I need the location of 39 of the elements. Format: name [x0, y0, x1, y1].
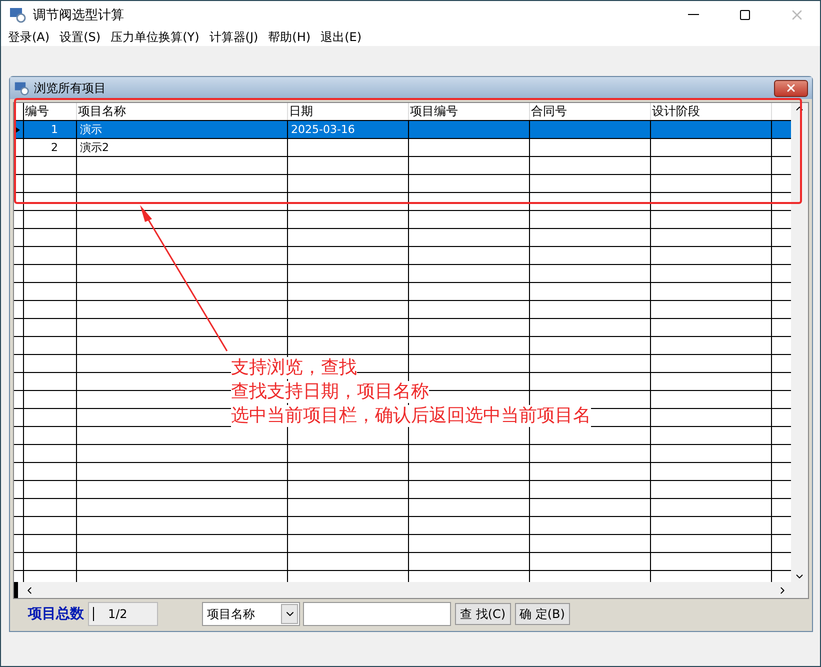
column-header[interactable]: 编号	[24, 103, 77, 120]
menu-item[interactable]: 帮助(H)	[263, 28, 316, 46]
search-by-dropdown[interactable]: 项目名称	[202, 602, 300, 626]
close-button[interactable]	[774, 80, 808, 96]
menu-item[interactable]: 退出(E)	[316, 28, 367, 46]
dialog-title: 浏览所有项目	[34, 80, 107, 96]
column-header[interactable]: 项目编号	[409, 103, 530, 120]
table-row[interactable]: 1 演示 2025-03-16	[14, 121, 791, 139]
menu-item[interactable]: 设置(S)	[54, 28, 106, 46]
table-cell: 演示	[77, 121, 288, 138]
window-title: 调节阀选型计算	[33, 6, 125, 24]
vertical-scrollbar[interactable]	[791, 103, 808, 582]
table-cell: 演示2	[77, 139, 288, 156]
column-header[interactable]: 合同号	[530, 103, 651, 120]
search-field[interactable]	[303, 602, 451, 626]
column-header[interactable]: 项目名称	[77, 103, 288, 120]
annotation-text: 查找支持日期，项目名称	[231, 381, 429, 403]
menu-item[interactable]: 计算器(J)	[204, 28, 264, 46]
column-header[interactable]: 设计阶段	[651, 103, 772, 120]
row-pointer-icon	[14, 126, 20, 134]
table-row[interactable]: 2 演示2	[14, 139, 791, 157]
table-cell: 2	[24, 139, 77, 156]
horizontal-scrollbar[interactable]	[14, 582, 808, 598]
annotation-text: 支持浏览，查找	[231, 357, 357, 379]
app-icon	[14, 80, 30, 96]
maximize-icon	[739, 8, 751, 20]
annotation-text: 选中当前项目栏，确认后返回选中当前项目名	[231, 405, 591, 427]
minimize-icon	[688, 14, 698, 15]
count-field: 1/2	[88, 602, 158, 626]
app-icon	[9, 6, 27, 22]
column-header[interactable]: 日期	[288, 103, 409, 120]
close-icon	[785, 82, 797, 94]
confirm-button[interactable]: 确 定(B)	[514, 603, 570, 625]
total-label: 项目总数	[28, 605, 84, 623]
find-button[interactable]: 查 找(C)	[455, 603, 511, 625]
menu-item[interactable]: 压力单位换算(Y)	[106, 28, 204, 46]
menu-item[interactable]: 登录(A)	[3, 28, 55, 46]
table-cell: 2025-03-16	[288, 121, 409, 138]
table-cell: 1	[24, 121, 77, 138]
